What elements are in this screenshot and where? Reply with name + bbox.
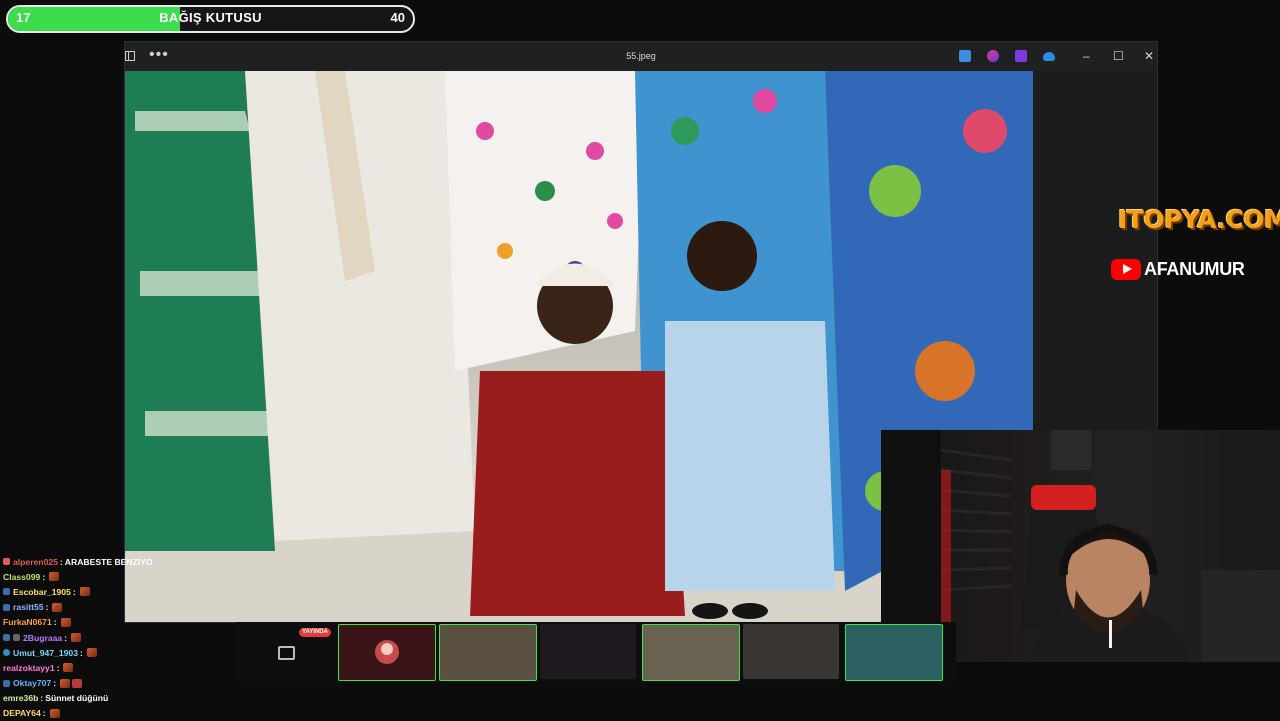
donation-progress-bar: 17 BAĞIŞ KUTUSU 40	[6, 5, 415, 33]
channel-avatar-icon	[375, 640, 399, 664]
chat-username: realzoktayy1	[3, 662, 55, 673]
emote-icon	[71, 633, 82, 643]
donation-goal-value: 40	[390, 10, 405, 25]
emote-icon	[60, 678, 71, 688]
emote-icon	[72, 678, 83, 688]
viewer-side-pane	[1033, 71, 1157, 431]
minimize-button[interactable]: –	[1083, 49, 1090, 63]
channel-thumbnail[interactable]	[743, 624, 839, 679]
donation-title: BAĞIŞ KUTUSU	[159, 10, 262, 25]
chat-badge-icon	[13, 634, 20, 642]
chat-username: FurkaN0671	[3, 617, 52, 628]
chat-badge-icon	[3, 588, 10, 596]
live-badge: YAYINDA	[299, 628, 331, 637]
chat-badge-icon	[3, 558, 10, 566]
channel-thumbnail[interactable]	[845, 624, 943, 681]
emote-icon	[60, 617, 71, 627]
chat-username: emre36b	[3, 693, 39, 704]
chat-badge-icon	[3, 634, 10, 642]
chat-username: alperen025	[13, 556, 58, 567]
clipchamp-icon[interactable]	[1015, 50, 1027, 62]
chat-message: DEPAY64:	[3, 706, 303, 721]
sponsor-logo: ITOPYA.COM	[1118, 205, 1280, 234]
chat-badge-icon	[3, 679, 10, 687]
close-button[interactable]: ✕	[1144, 49, 1154, 63]
channel-thumbnail[interactable]	[540, 624, 636, 679]
chat-username: Escobar_1905	[13, 586, 71, 597]
emote-icon	[79, 587, 90, 597]
chat-message: Escobar_1905:	[3, 584, 303, 599]
viewer-titlebar: ••• 55.jpeg – ☐ ✕	[125, 42, 1157, 71]
chat-badge-icon	[3, 603, 10, 611]
emote-icon	[49, 708, 60, 718]
chat-username: DEPAY64	[3, 708, 41, 719]
chat-message: Class099:	[3, 569, 303, 584]
copilot-icon[interactable]	[987, 50, 999, 62]
edit-image-icon[interactable]	[959, 50, 971, 62]
file-title: 55.jpeg	[626, 51, 656, 61]
live-channels-strip: YAYINDA	[236, 622, 956, 682]
emote-icon	[49, 572, 60, 582]
emote-icon	[86, 648, 97, 658]
channel-thumbnail[interactable]	[642, 624, 740, 681]
channel-name: AFANUMUR	[1144, 259, 1245, 279]
channel-thumbnail[interactable]	[338, 624, 436, 681]
onedrive-icon[interactable]	[1043, 52, 1055, 61]
chat-username: rasitt55	[13, 602, 44, 613]
channel-thumbnail[interactable]	[439, 624, 537, 681]
chat-badge-icon	[3, 649, 10, 657]
emote-icon	[52, 602, 63, 612]
chat-text: Sünnet düğünü	[45, 693, 109, 704]
chat-username: Oktay707	[13, 678, 52, 689]
emote-icon	[63, 663, 74, 673]
chat-username: 2Bugraaa	[23, 632, 63, 643]
maximize-button[interactable]: ☐	[1113, 49, 1124, 63]
chat-message: emre36b: Sünnet düğünü	[3, 693, 109, 704]
chat-message: rasitt55:	[3, 600, 303, 615]
chat-username: Class099	[3, 571, 41, 582]
youtube-channel-tag: AFANUMUR	[1111, 259, 1245, 280]
chat-message: alperen025: ARABESTE BENZIYO	[3, 554, 303, 569]
youtube-icon	[1111, 259, 1141, 280]
cast-icon[interactable]	[278, 646, 295, 660]
chat-username: Umut_947_1903	[13, 647, 78, 658]
chat-text: ARABESTE BENZIYO	[64, 556, 153, 567]
